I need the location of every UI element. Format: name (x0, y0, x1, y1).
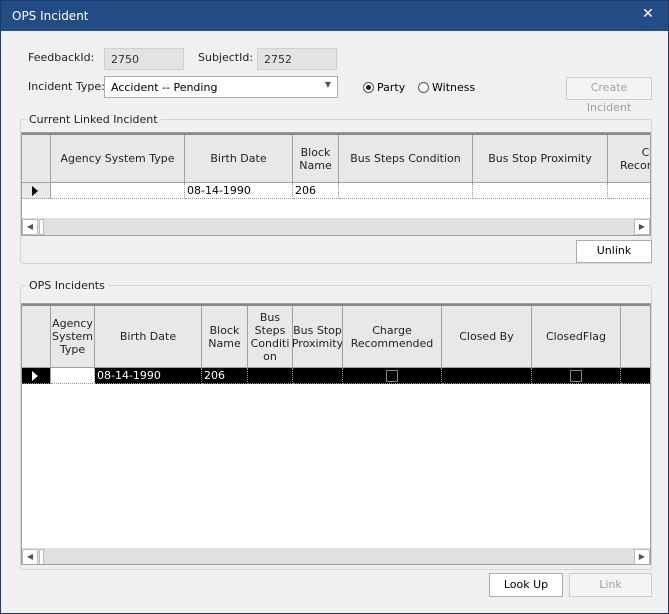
scroll-left-icon[interactable]: ◀ (22, 549, 38, 564)
scroll-right-icon[interactable]: ▶ (634, 219, 650, 235)
grid-header: Agency System Type Birth Date Block Name… (22, 133, 650, 183)
table-row-selected[interactable]: 08-14-1990 206 (22, 368, 650, 384)
cell-charge[interactable] (608, 183, 650, 199)
cell-agency[interactable] (51, 183, 185, 199)
cell-closed-by[interactable] (442, 368, 532, 384)
cell-birth-date[interactable]: 08-14-1990 (95, 368, 202, 384)
ops-incident-window: OPS Incident ✕ FeedbackId: 2750 SubjectI… (0, 0, 669, 614)
scroll-thumb[interactable] (39, 219, 44, 235)
horizontal-scrollbar[interactable]: ◀ ▶ (22, 218, 650, 235)
scroll-left-icon[interactable]: ◀ (22, 219, 38, 235)
cell-bus-steps[interactable] (339, 183, 473, 199)
charge-recommended-checkbox[interactable] (386, 370, 398, 382)
create-incident-button[interactable]: Create Incident (566, 77, 652, 114)
cell-block-name[interactable]: 206 (202, 368, 248, 384)
column-header[interactable]: Agency System Type (51, 306, 95, 368)
close-icon[interactable]: ✕ (639, 6, 657, 22)
cell-block-name[interactable]: 206 (293, 183, 339, 199)
column-header[interactable]: Closed By (442, 306, 532, 368)
radio-party[interactable]: Party (363, 81, 405, 94)
cell-bus-steps[interactable] (248, 368, 293, 384)
title-bar: OPS Incident ✕ (1, 1, 668, 31)
linked-incident-grid[interactable]: Agency System Type Birth Date Block Name… (21, 132, 651, 236)
radio-party-label: Party (377, 81, 406, 94)
column-header[interactable]: Birth Date (185, 135, 293, 183)
cell-closed-flag[interactable] (532, 368, 621, 384)
subject-id-label: SubjectId: (198, 51, 254, 64)
incident-type-value: Accident -- Pending (111, 81, 218, 94)
column-header[interactable]: Bus Steps Condition (339, 135, 473, 183)
cell-birth-date[interactable]: 08-14-1990 (185, 183, 293, 199)
scroll-thumb[interactable] (39, 549, 44, 564)
incident-type-label: Incident Type: (28, 80, 105, 93)
scroll-right-icon[interactable]: ▶ (634, 549, 650, 564)
column-header[interactable]: ClosedFlag (532, 306, 621, 368)
cell-empty (621, 368, 650, 384)
column-header[interactable]: Agency System Type (51, 135, 185, 183)
column-header[interactable]: Bus Steps Conditi on (248, 306, 293, 368)
row-selector[interactable] (22, 183, 51, 199)
ops-incidents-grid[interactable]: Agency System Type Birth Date Block Name… (21, 303, 651, 565)
feedback-id-field[interactable]: 2750 (104, 48, 184, 70)
column-header[interactable]: Block Name (293, 135, 339, 183)
column-header[interactable]: Bus Stop Proximity (473, 135, 608, 183)
radio-witness[interactable]: Witness (418, 81, 475, 94)
ops-incidents-title: OPS Incidents (26, 279, 108, 292)
row-header-corner (22, 135, 51, 183)
cell-bus-stop-proximity[interactable] (473, 183, 608, 199)
link-button[interactable]: Link (569, 573, 652, 597)
cell-bus-stop-proximity[interactable] (293, 368, 343, 384)
chevron-down-icon: ▼ (324, 80, 331, 89)
column-header[interactable]: Bus Stop Proximity (293, 306, 343, 368)
look-up-button[interactable]: Look Up (489, 573, 563, 597)
column-header[interactable]: Block Name (202, 306, 248, 368)
column-header-empty (621, 306, 650, 368)
incident-type-select[interactable]: Accident -- Pending ▼ (104, 76, 338, 98)
row-header-corner (22, 306, 51, 368)
horizontal-scrollbar[interactable]: ◀ ▶ (22, 548, 650, 564)
grid-header: Agency System Type Birth Date Block Name… (22, 304, 650, 368)
column-header[interactable]: Charge Recommended (343, 306, 442, 368)
radio-party-circle[interactable] (363, 82, 374, 93)
cell-charge-recommended[interactable] (343, 368, 442, 384)
subject-id-field[interactable]: 2752 (257, 48, 337, 70)
radio-witness-label: Witness (432, 81, 476, 94)
row-selector[interactable] (22, 368, 51, 384)
current-linked-incident-title: Current Linked Incident (26, 113, 161, 126)
closed-flag-checkbox[interactable] (570, 370, 582, 382)
feedback-id-label: FeedbackId: (28, 51, 95, 64)
radio-witness-circle[interactable] (418, 82, 429, 93)
column-header[interactable]: Birth Date (95, 306, 202, 368)
column-header[interactable]: Charge Recommended (608, 135, 650, 183)
table-row[interactable]: 08-14-1990 206 (22, 183, 650, 199)
unlink-button[interactable]: Unlink (576, 240, 652, 263)
cell-agency[interactable] (51, 368, 95, 384)
window-title: OPS Incident (12, 9, 89, 23)
